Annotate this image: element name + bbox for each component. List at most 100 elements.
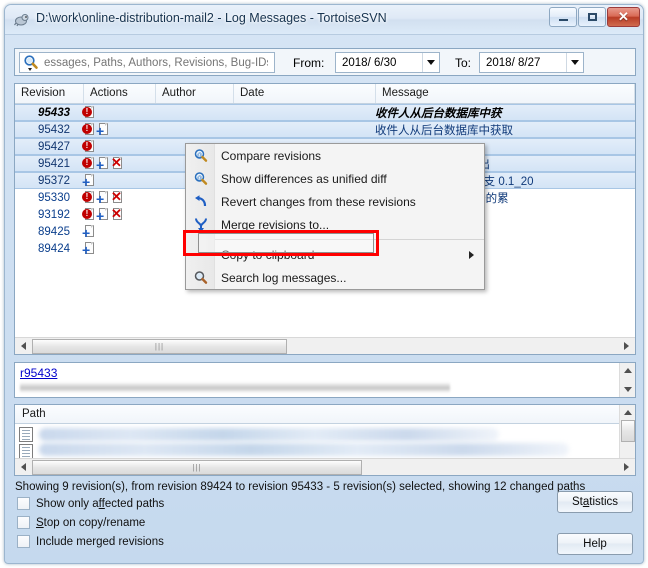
- revision-cell: 93192: [38, 208, 70, 221]
- actions-cell: +: [77, 241, 149, 257]
- actions-cell: ! + ✕: [77, 154, 149, 172]
- added-action-icon: +: [82, 224, 96, 240]
- revert-arrow-icon: [186, 194, 215, 210]
- actions-cell: !: [77, 139, 149, 154]
- unified-diff-magnifier-icon: @: [186, 171, 215, 187]
- chevron-down-icon[interactable]: [566, 53, 583, 72]
- context-menu[interactable]: @ Compare revisions @ Show differences as u…: [183, 143, 485, 290]
- menu-item-label: Merge revisions to...: [221, 217, 330, 232]
- path-rows: [15, 425, 619, 459]
- list-header: Revision Actions Author Date Message: [15, 84, 635, 104]
- merge-highlight-inner: [198, 233, 374, 253]
- added-action-icon: +: [82, 173, 96, 189]
- merge-branch-icon: [186, 217, 215, 233]
- scroll-right-icon[interactable]: [618, 459, 635, 475]
- maximize-button[interactable]: [578, 7, 606, 27]
- actions-cell: +: [77, 224, 149, 240]
- help-button[interactable]: Help: [557, 533, 633, 555]
- message-vertical-scrollbar[interactable]: [619, 363, 635, 397]
- column-header-revision[interactable]: Revision: [15, 84, 84, 103]
- checkbox-box[interactable]: [17, 535, 30, 548]
- statistics-button[interactable]: Statistics: [557, 491, 633, 513]
- search-box[interactable]: [19, 52, 275, 73]
- menu-item-revert-changes-from-these-revisions[interactable]: Revert changes from these revisions: [186, 190, 484, 213]
- client-area: From: 2018/ 6/30 To: 2018/ 8/27 Revision…: [5, 35, 643, 563]
- column-header-author[interactable]: Author: [156, 84, 234, 103]
- scroll-thumb[interactable]: |||: [32, 338, 287, 354]
- scroll-left-icon[interactable]: [15, 338, 32, 354]
- submenu-arrow-icon: [469, 250, 474, 259]
- menu-item-label: Compare revisions: [221, 148, 322, 163]
- deleted-action-icon: ✕: [111, 154, 122, 170]
- log-messages-window: D:\work\online-distribution-mail2 - Log …: [4, 4, 644, 564]
- column-header-actions[interactable]: Actions: [84, 84, 156, 103]
- actions-cell: !: [77, 105, 149, 120]
- table-row[interactable]: 95432! + 收件人从后台数据库中获取: [15, 121, 635, 138]
- modified-action-icon: !: [82, 207, 96, 222]
- path-horizontal-scrollbar[interactable]: |||: [15, 458, 635, 475]
- checkbox-box[interactable]: [17, 516, 30, 529]
- title-bar: D:\work\online-distribution-mail2 - Log …: [5, 5, 643, 35]
- menu-item-show-differences-as-unified-diff[interactable]: @ Show differences as unified diff: [186, 167, 484, 190]
- message-detail-pane[interactable]: r95433: [14, 362, 636, 398]
- scroll-up-icon[interactable]: [620, 363, 635, 378]
- file-icon: [19, 427, 33, 442]
- scroll-thumb[interactable]: [621, 420, 635, 442]
- search-input[interactable]: [42, 55, 270, 70]
- close-button[interactable]: ✕: [607, 7, 640, 27]
- message-text-blurred: [20, 382, 450, 393]
- to-date-picker[interactable]: 2018/ 8/27: [479, 52, 584, 73]
- filter-bar: From: 2018/ 6/30 To: 2018/ 8/27: [14, 48, 636, 76]
- menu-item-label: Search log messages...: [221, 270, 347, 285]
- message-revision-line: r95433: [15, 363, 635, 380]
- checkbox-include-merged-revisions[interactable]: Include merged revisions: [17, 535, 164, 548]
- added-action-icon: +: [82, 241, 96, 257]
- column-header-date[interactable]: Date: [234, 84, 376, 103]
- revision-cell: 95433: [38, 106, 70, 119]
- actions-cell: +: [77, 173, 149, 189]
- actions-cell: ! + ✕: [77, 190, 149, 206]
- from-date-picker[interactable]: 2018/ 6/30: [335, 52, 440, 73]
- menu-item-label: Show differences as unified diff: [221, 171, 387, 186]
- added-action-icon: +: [96, 190, 110, 206]
- from-date-value: 2018/ 6/30: [342, 56, 397, 69]
- from-label: From:: [293, 56, 325, 70]
- menu-item-label: Revert changes from these revisions: [221, 194, 416, 209]
- table-row[interactable]: 95433! 收件人从后台数据库中获: [15, 104, 635, 121]
- close-icon: ✕: [618, 9, 629, 24]
- message-cell: 收件人从后台数据库中获取: [375, 124, 513, 137]
- modified-action-icon: !: [82, 190, 96, 205]
- checkbox-stop-on-copy-rename[interactable]: Stop on copy/rename: [17, 516, 145, 529]
- scroll-thumb[interactable]: |||: [32, 459, 362, 475]
- list-horizontal-scrollbar[interactable]: |||: [15, 337, 635, 354]
- added-action-icon: +: [96, 207, 110, 223]
- checkbox-show-only-affected-paths[interactable]: Show only affected paths: [17, 497, 164, 510]
- scroll-down-icon[interactable]: [620, 382, 635, 397]
- status-text: Showing 9 revision(s), from revision 894…: [15, 481, 586, 493]
- chevron-down-icon[interactable]: [422, 53, 439, 72]
- modified-action-icon: !: [82, 156, 96, 171]
- added-action-icon: +: [96, 156, 110, 172]
- scroll-left-icon[interactable]: [15, 459, 32, 475]
- checkbox-box[interactable]: [17, 497, 30, 510]
- added-action-icon: +: [96, 122, 110, 138]
- path-pane[interactable]: Path |||: [14, 404, 636, 476]
- context-menu-items: @ Compare revisions @ Show differences as u…: [186, 144, 484, 289]
- column-header-message[interactable]: Message: [376, 84, 635, 103]
- search-icon[interactable]: [22, 54, 42, 71]
- revision-link[interactable]: r95433: [20, 366, 57, 380]
- scroll-up-icon[interactable]: [620, 405, 635, 420]
- menu-item-compare-revisions[interactable]: @ Compare revisions: [186, 144, 484, 167]
- revision-cell: 95421: [38, 157, 70, 170]
- revision-cell: 89425: [38, 225, 70, 238]
- svg-text:@: @: [197, 175, 202, 181]
- scroll-right-icon[interactable]: [618, 338, 635, 354]
- revision-cell: 95432: [38, 123, 70, 136]
- modified-action-icon: !: [82, 122, 96, 137]
- path-column-header[interactable]: Path: [15, 405, 635, 424]
- checkbox-label: Stop on copy/rename: [36, 516, 146, 529]
- compare-magnifier-icon: @: [186, 148, 215, 164]
- menu-item-search-log-messages[interactable]: Search log messages...: [186, 266, 484, 289]
- minimize-button[interactable]: [549, 7, 577, 27]
- path-value-blurred: [39, 443, 569, 456]
